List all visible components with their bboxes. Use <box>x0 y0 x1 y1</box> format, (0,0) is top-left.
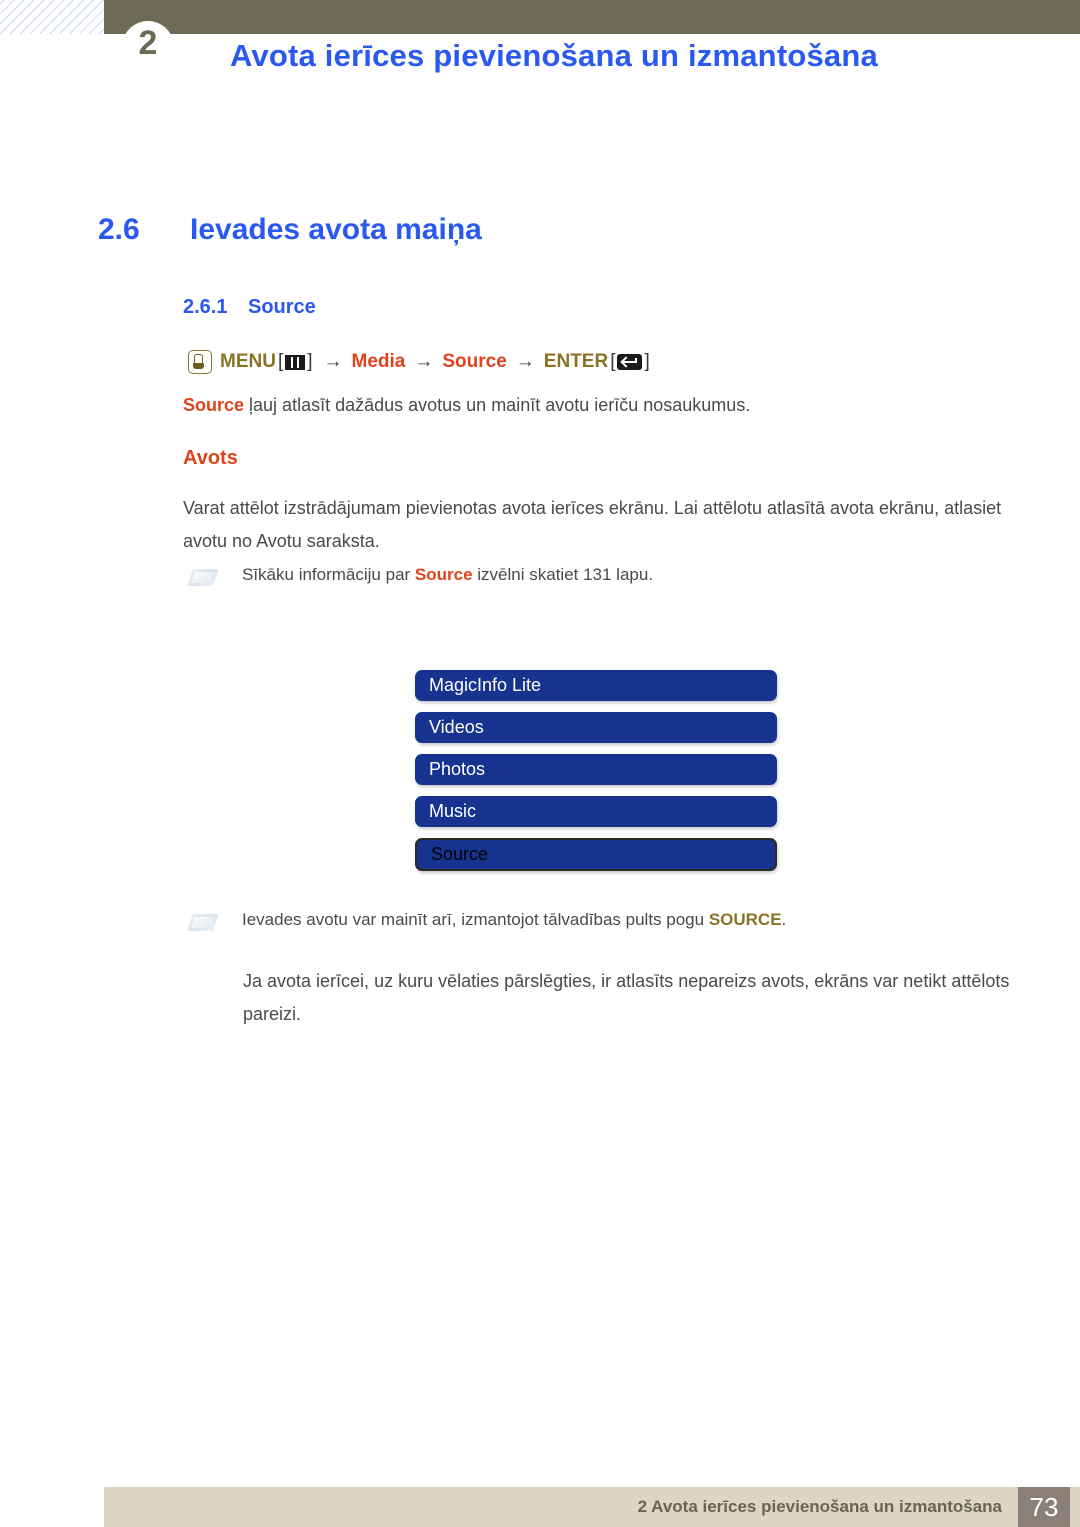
avots-heading: Avots <box>183 447 238 469</box>
bracket-open-2: [ <box>610 351 616 372</box>
osd-item-music[interactable]: Music <box>415 796 777 827</box>
arrow-icon-2: → <box>414 351 434 372</box>
page-footer: 2 Avota ierīces pievienošana un izmantoš… <box>104 1487 1080 1527</box>
subsection-title: Source <box>248 296 316 318</box>
menu-path-menu-label: MENU <box>220 351 276 372</box>
note-1-text-after: izvēlni skatiet 131 lapu. <box>472 565 654 584</box>
bracket-open: [ <box>277 351 284 372</box>
menu-path-enter-label: ENTER <box>543 351 609 372</box>
osd-item-magicinfo-lite[interactable]: MagicInfo Lite <box>415 670 777 701</box>
bracket-close: ] <box>307 351 313 372</box>
menu-bars-icon <box>285 354 306 370</box>
note-2-text-after: . <box>781 910 787 929</box>
note-2-keyword: SOURCE <box>708 910 782 929</box>
note-icon <box>187 569 219 586</box>
chapter-number: 2 <box>138 24 158 62</box>
note-row-2: Ievades avotu var mainīt arī, izmantojot… <box>187 910 786 931</box>
subsection-number: 2.6.1 <box>183 296 228 318</box>
arrow-icon-3: → <box>515 351 535 372</box>
menu-path: MENU [ ] → Media → Source → ENTER [ ] <box>188 350 652 374</box>
avots-description: Varat attēlot izstrādājumam pievienotas … <box>183 498 1002 551</box>
note-icon <box>187 914 219 931</box>
note-2-text-before: Ievades avotu var mainīt arī, izmantojot… <box>242 910 709 929</box>
menu-path-source: Source <box>442 351 507 372</box>
note-detail-paragraph: Ja avota ierīcei, uz kuru vēlaties pārsl… <box>243 971 1010 1024</box>
section-number: 2.6 <box>98 213 140 246</box>
footer-text: 2 Avota ierīces pievienošana un izmantoš… <box>637 1497 1002 1516</box>
section-heading: 2.6 Ievades avota maiņa <box>98 213 482 247</box>
footer-page-number: 73 <box>1018 1487 1070 1527</box>
header-band <box>104 0 1080 34</box>
osd-item-videos[interactable]: Videos <box>415 712 777 743</box>
chapter-badge: 2 <box>122 21 174 73</box>
subsection-heading: 2.6.1 Source <box>183 296 316 319</box>
note-row-1: Sīkāku informāciju par Source izvēlni sk… <box>187 565 653 586</box>
hand-press-icon <box>188 350 212 374</box>
note-1-keyword: Source <box>414 565 473 584</box>
hatch-decoration <box>0 0 104 34</box>
arrow-icon-1: → <box>323 351 343 372</box>
intro-keyword: Source <box>183 395 245 415</box>
page-title: Avota ierīces pievienošana un izmantošan… <box>230 38 878 73</box>
intro-text: ļauj atlasīt dažādus avotus un mainīt av… <box>244 395 751 415</box>
menu-path-media: Media <box>351 351 406 372</box>
section-title: Ievades avota maiņa <box>190 213 482 246</box>
note-1-text-before: Sīkāku informāciju par <box>242 565 415 584</box>
osd-item-photos[interactable]: Photos <box>415 754 777 785</box>
osd-menu: MagicInfo Lite Videos Photos Music Sourc… <box>415 670 777 882</box>
osd-item-source[interactable]: Source <box>415 838 777 871</box>
note-2-content: Ievades avotu var mainīt arī, izmantojot… <box>242 910 786 930</box>
enter-key-icon <box>617 354 643 370</box>
page-header: 2 Avota ierīces pievienošana un izmantoš… <box>0 0 1080 110</box>
note-1-content: Sīkāku informāciju par Source izvēlni sk… <box>242 565 653 585</box>
bracket-close-2: ] <box>644 351 650 372</box>
intro-paragraph: Source ļauj atlasīt dažādus avotus un ma… <box>183 389 983 422</box>
